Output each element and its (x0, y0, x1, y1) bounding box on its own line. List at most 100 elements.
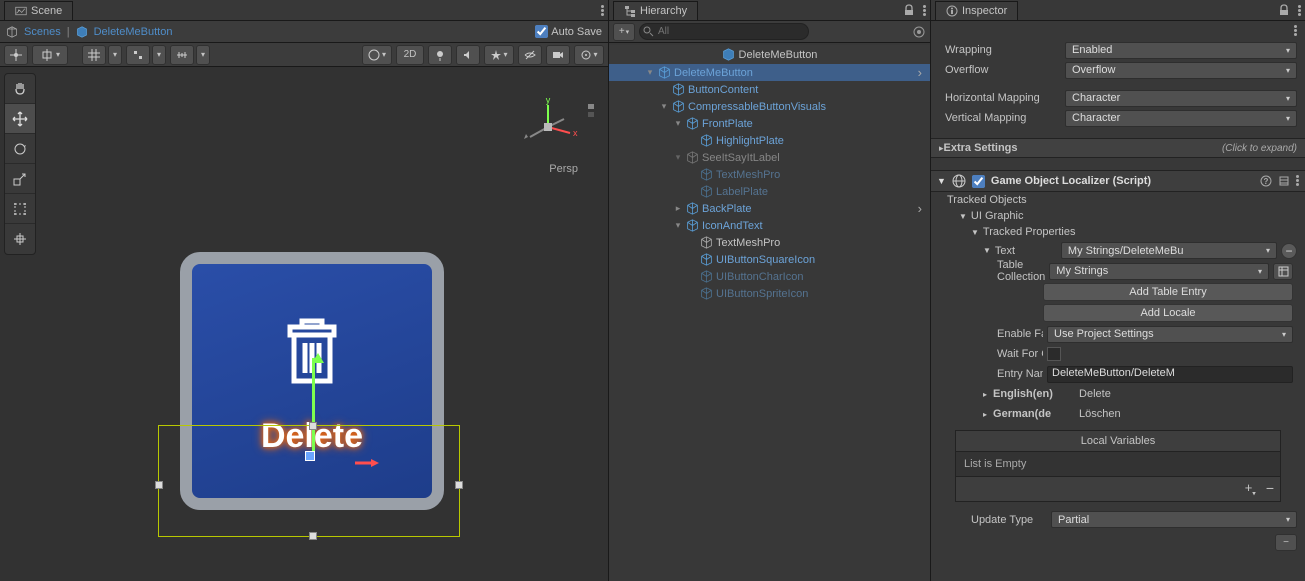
preset-icon[interactable] (1278, 175, 1290, 187)
layer-toggle-icon[interactable] (586, 103, 596, 119)
rect-tool[interactable] (5, 194, 35, 224)
effects-button[interactable]: ▾ (484, 45, 514, 65)
entry-name-field[interactable]: DeleteMeButton/DeleteM (1047, 366, 1293, 383)
fold-toggle[interactable]: ▾ (673, 152, 683, 163)
grid-visibility-button[interactable] (82, 45, 106, 65)
tracked-objects-header[interactable]: Tracked Objects (931, 192, 1305, 208)
lighting-button[interactable] (428, 45, 452, 65)
create-button[interactable]: +▾ (613, 23, 635, 41)
add-table-entry-button[interactable]: Add Table Entry (1043, 283, 1293, 301)
tree-row[interactable]: ▾SeeItSayItLabel (609, 149, 930, 166)
fold-toggle[interactable]: ▾ (659, 101, 669, 112)
origin-handle[interactable] (305, 451, 315, 461)
y-axis-arrow (312, 358, 315, 456)
tree-row[interactable]: UIButtonCharIcon (609, 268, 930, 285)
draw-mode-button[interactable]: ▾ (362, 45, 392, 65)
hmap-dropdown[interactable]: Character (1065, 90, 1297, 107)
tracked-properties-header[interactable]: ▼Tracked Properties (931, 224, 1305, 240)
scene-tab[interactable]: Scene (4, 1, 73, 20)
transform-tool[interactable] (5, 224, 35, 254)
panel-menu-icon[interactable] (923, 5, 926, 16)
camera-button[interactable] (546, 45, 570, 65)
text-string-dropdown[interactable]: My Strings/DeleteMeBu (1061, 242, 1277, 259)
tree-row[interactable]: ▾DeleteMeButton› (609, 64, 930, 81)
tree-row[interactable]: HighlightPlate (609, 132, 930, 149)
2d-mode-button[interactable]: 2D (396, 45, 424, 65)
audio-button[interactable] (456, 45, 480, 65)
rotate-tool[interactable] (5, 134, 35, 164)
tree-row[interactable]: UIButtonSpriteIcon (609, 285, 930, 302)
breadcrumb-root[interactable]: Scenes (24, 26, 61, 38)
tree-row[interactable]: ▾CompressableButtonVisuals (609, 98, 930, 115)
extra-settings-header[interactable]: ▸ Extra Settings (Click to expand) (931, 138, 1305, 158)
ui-graphic-header[interactable]: ▼UI Graphic (931, 208, 1305, 224)
component-menu-icon[interactable] (1296, 175, 1299, 187)
handle-rotation-button[interactable]: ▾ (32, 45, 68, 65)
pivot-mode-button[interactable] (4, 45, 28, 65)
scene-viewport[interactable]: y x Persp (0, 67, 608, 581)
perspective-label[interactable]: Persp (549, 163, 578, 175)
tree-row[interactable]: ▾IconAndText (609, 217, 930, 234)
locale-de-row[interactable]: ▸ German(de Löschen (931, 404, 1305, 424)
fold-toggle[interactable]: ▾ (645, 67, 655, 78)
tree-row[interactable]: TextMeshPro (609, 234, 930, 251)
remove-variable-button[interactable]: − (1266, 480, 1274, 498)
auto-save-checkbox[interactable] (535, 25, 548, 38)
inspector-tab[interactable]: Inspector (935, 1, 1018, 20)
hierarchy-tab[interactable]: Hierarchy (613, 1, 698, 20)
auto-save-toggle[interactable]: Auto Save (535, 25, 602, 38)
snap-button[interactable] (126, 45, 150, 65)
increment-snap-button[interactable] (170, 45, 194, 65)
lock-icon[interactable] (903, 4, 915, 16)
table-collection-dropdown[interactable]: My Strings (1049, 263, 1269, 280)
tree-row[interactable]: UIButtonSquareIcon (609, 251, 930, 268)
component-menu-icon[interactable] (1294, 25, 1297, 36)
help-icon[interactable]: ? (1260, 175, 1272, 187)
add-locale-button[interactable]: Add Locale (1043, 304, 1293, 322)
wait-completion-checkbox[interactable] (1047, 347, 1061, 361)
enable-fallback-label: Enable Fallback (997, 328, 1043, 340)
fold-toggle[interactable]: ▸ (673, 203, 683, 214)
tree-row[interactable]: ▾FrontPlate (609, 115, 930, 132)
fold-toggle[interactable]: ▾ (673, 220, 683, 231)
locale-en-row[interactable]: ▸ English(en) Delete (931, 384, 1305, 404)
enable-fallback-dropdown[interactable]: Use Project Settings (1047, 326, 1293, 343)
remove-property-button[interactable]: − (1281, 243, 1297, 259)
tree-row[interactable]: LabelPlate (609, 183, 930, 200)
vmap-dropdown[interactable]: Character (1065, 110, 1297, 127)
scene-root[interactable]: DeleteMeButton (609, 45, 930, 64)
increment-dropdown-button[interactable]: ▾ (196, 45, 210, 65)
move-tool[interactable] (5, 104, 35, 134)
hidden-objects-button[interactable] (518, 45, 542, 65)
gameobject-icon (672, 83, 685, 96)
visibility-icon[interactable] (912, 25, 926, 39)
wrapping-dropdown[interactable]: Enabled (1065, 42, 1297, 59)
tree-row[interactable]: TextMeshPro (609, 166, 930, 183)
gizmos-button[interactable]: ▾ (574, 45, 604, 65)
overflow-dropdown[interactable]: Overflow (1065, 62, 1297, 79)
remove-tracked-button[interactable]: − (1275, 534, 1297, 551)
table-collection-label: Table Collection (997, 259, 1045, 283)
tree-row[interactable]: ButtonContent (609, 81, 930, 98)
add-variable-button[interactable]: +▾ (1245, 480, 1256, 498)
panel-menu-icon[interactable] (601, 5, 604, 16)
hand-tool[interactable] (5, 74, 35, 104)
component-enabled-checkbox[interactable] (972, 175, 985, 188)
text-property-row[interactable]: ▼ Text My Strings/DeleteMeBu − (931, 240, 1305, 261)
fold-toggle[interactable]: ▾ (673, 118, 683, 129)
open-table-button[interactable] (1273, 263, 1293, 280)
grid-dropdown-button[interactable]: ▾ (108, 45, 122, 65)
hierarchy-search[interactable] (639, 23, 809, 40)
update-type-dropdown[interactable]: Partial (1051, 511, 1297, 528)
panel-menu-icon[interactable] (1298, 5, 1301, 16)
lock-icon[interactable] (1278, 4, 1290, 16)
snap-dropdown-button[interactable]: ▾ (152, 45, 166, 65)
orientation-gizmo[interactable]: y x (518, 97, 578, 157)
localizer-component-header[interactable]: ▼ Game Object Localizer (Script) ? (931, 170, 1305, 192)
open-prefab-icon[interactable]: › (918, 201, 926, 216)
open-prefab-icon[interactable]: › (918, 65, 926, 80)
svg-text:y: y (546, 97, 551, 105)
breadcrumb-current[interactable]: DeleteMeButton (94, 26, 173, 38)
tree-row[interactable]: ▸BackPlate› (609, 200, 930, 217)
scale-tool[interactable] (5, 164, 35, 194)
